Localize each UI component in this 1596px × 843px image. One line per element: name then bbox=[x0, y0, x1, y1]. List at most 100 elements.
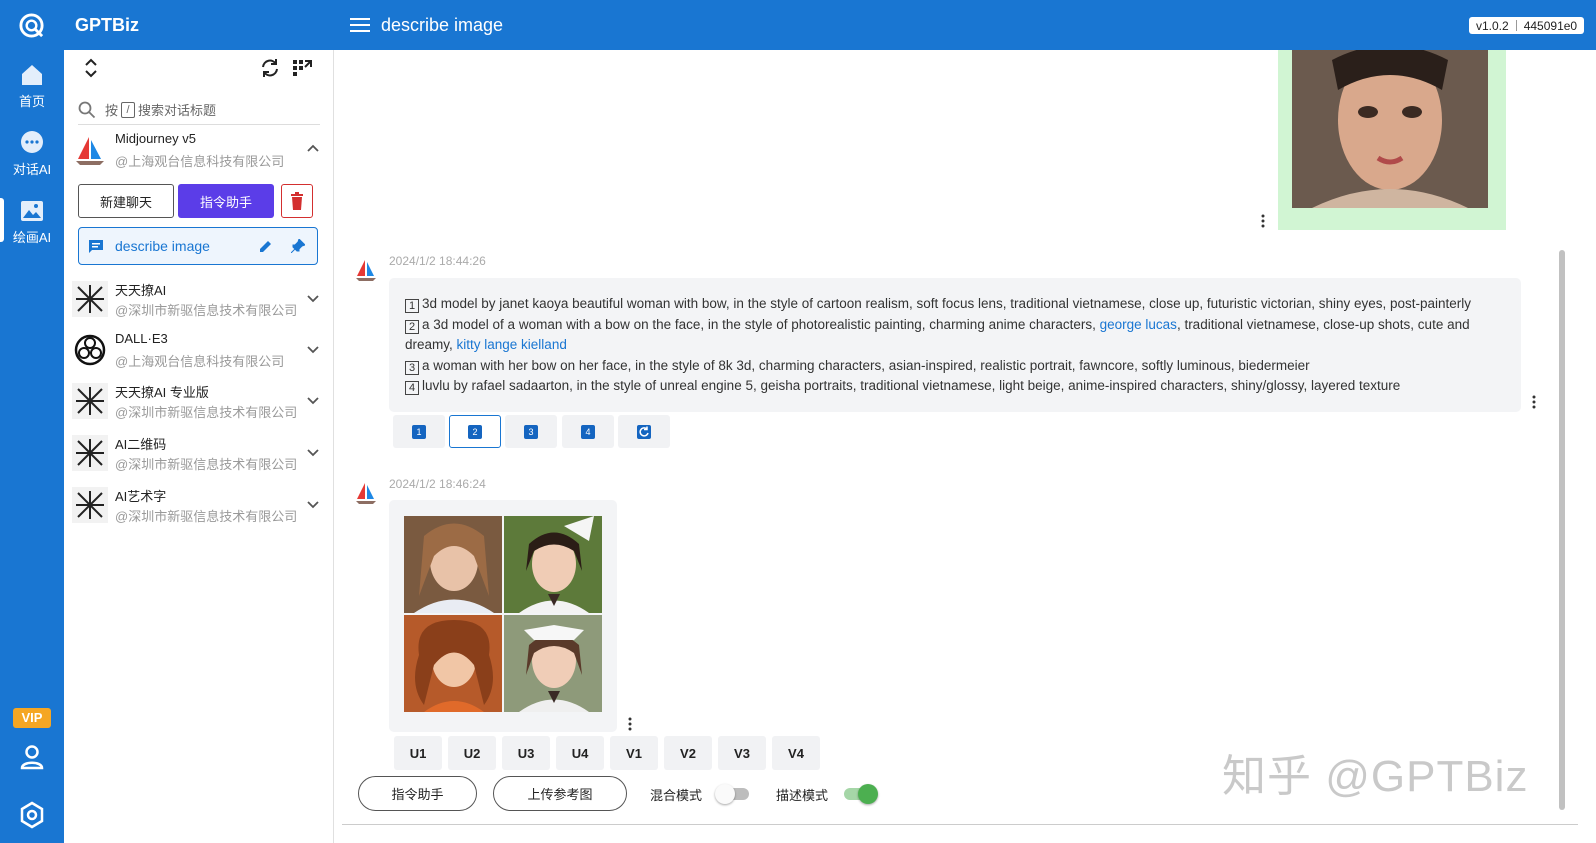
uploaded-portrait-image[interactable] bbox=[1292, 50, 1488, 208]
prompt-button-4[interactable]: 4 bbox=[562, 415, 614, 448]
variation-v1-button[interactable]: V1 bbox=[610, 736, 658, 770]
more-options-icon[interactable] bbox=[1261, 214, 1265, 228]
prompt-button-label: 4 bbox=[581, 424, 595, 439]
chevron-down-icon[interactable] bbox=[306, 445, 320, 459]
artist-link[interactable]: george lucas bbox=[1100, 317, 1177, 332]
rail-label-draw: 绘画AI bbox=[12, 230, 52, 245]
group-owner: @深圳市新驱信息技术有限公司 bbox=[115, 303, 298, 318]
group-tiantianliao-pro[interactable]: 天天撩AI 专业版 @深圳市新驱信息技术有限公司 bbox=[70, 377, 326, 425]
prompt-line-4[interactable]: 4 luvlu by rafael sadaarton, in the style… bbox=[405, 376, 1505, 397]
prompt-number: 3 bbox=[405, 360, 419, 375]
group-tiantianliao[interactable]: 天天撩AI @深圳市新驱信息技术有限公司 bbox=[70, 275, 326, 323]
divider bbox=[342, 824, 1578, 825]
star-logo-icon bbox=[72, 487, 108, 523]
upscale-u2-button[interactable]: U2 bbox=[448, 736, 496, 770]
group-owner: @上海观台信息科技有限公司 bbox=[115, 354, 285, 369]
chat-icon bbox=[89, 240, 103, 253]
build-label: 445091e0 bbox=[1523, 18, 1578, 33]
menu-icon[interactable] bbox=[350, 17, 370, 33]
chevron-up-icon[interactable] bbox=[306, 142, 320, 156]
rail-item-draw[interactable]: 绘画AI bbox=[0, 188, 64, 256]
artist-link[interactable]: kitty lange kielland bbox=[457, 337, 567, 352]
grid-icon[interactable] bbox=[291, 57, 313, 79]
group-dalle3[interactable]: DALL·E3 @上海观台信息科技有限公司 bbox=[70, 326, 326, 374]
star-logo-icon bbox=[72, 383, 108, 419]
prompt-button-label: 2 bbox=[468, 424, 482, 439]
generated-image-3[interactable] bbox=[404, 615, 502, 712]
prompt-button-1[interactable]: 1 bbox=[393, 415, 445, 448]
scrollbar[interactable] bbox=[1559, 250, 1565, 810]
mix-mode-toggle[interactable] bbox=[715, 783, 751, 804]
pin-icon[interactable] bbox=[291, 239, 305, 253]
settings-icon[interactable] bbox=[17, 800, 47, 830]
describe-result-bubble: 1 3d model by janet kaoya beautiful woman… bbox=[389, 278, 1521, 412]
generated-image-grid[interactable] bbox=[404, 516, 602, 712]
app-name: GPTBiz bbox=[75, 15, 140, 35]
upload-reference-button[interactable]: 上传参考图 bbox=[493, 776, 627, 811]
logo-icon bbox=[19, 13, 44, 38]
search-placeholder: 搜索对话标题 bbox=[138, 103, 217, 118]
page-title: describe image bbox=[381, 15, 504, 35]
sailboat-avatar-icon bbox=[356, 483, 376, 504]
group-owner: @深圳市新驱信息技术有限公司 bbox=[115, 457, 298, 472]
chat-bubble-icon bbox=[21, 131, 43, 153]
search-input[interactable]: 按 / 搜索对话标题 bbox=[78, 95, 320, 125]
prompt-line-1[interactable]: 1 3d model by janet kaoya beautiful woman… bbox=[405, 294, 1505, 315]
rail-item-chat[interactable]: 对话AI bbox=[0, 120, 64, 188]
generated-image-1[interactable] bbox=[404, 516, 502, 613]
group-ai-art-text[interactable]: AI艺术字 @深圳市新驱信息技术有限公司 bbox=[70, 481, 326, 529]
describe-mode-toggle[interactable] bbox=[842, 783, 878, 804]
nav-rail: 首页 对话AI 绘画AI VIP bbox=[0, 50, 64, 843]
top-bar: GPTBiz describe image v1.0.2 445091e0 bbox=[0, 0, 1596, 50]
variation-v3-button[interactable]: V3 bbox=[718, 736, 766, 770]
prompt-button-2[interactable]: 2 bbox=[449, 415, 501, 448]
user-icon[interactable] bbox=[17, 742, 47, 772]
star-logo-icon bbox=[72, 435, 108, 471]
group-ai-qrcode[interactable]: AI二维码 @深圳市新驱信息技术有限公司 bbox=[70, 429, 326, 477]
group-name: 天天撩AI 专业版 bbox=[115, 385, 209, 400]
rail-label-chat: 对话AI bbox=[12, 162, 52, 177]
version-badge: v1.0.2 445091e0 bbox=[1469, 17, 1585, 34]
prompt-number: 4 bbox=[405, 381, 419, 396]
command-helper-pill[interactable]: 指令助手 bbox=[358, 776, 477, 811]
refresh-icon[interactable] bbox=[259, 57, 281, 79]
image-icon bbox=[21, 201, 43, 221]
prompt-button-3[interactable]: 3 bbox=[505, 415, 557, 448]
rail-label-home: 首页 bbox=[18, 94, 45, 109]
upscale-u1-button[interactable]: U1 bbox=[394, 736, 442, 770]
group-owner: @深圳市新驱信息技术有限公司 bbox=[115, 509, 298, 524]
prompt-text: 3d model by janet kaoya beautiful woman … bbox=[422, 296, 1472, 311]
prompt-line-2[interactable]: 2a 3d model of a woman with a bow on the… bbox=[405, 315, 1505, 356]
rail-item-home[interactable]: 首页 bbox=[0, 52, 64, 120]
prompt-number: 1 bbox=[405, 299, 419, 313]
prompt-button-label: 3 bbox=[524, 424, 538, 439]
generated-image-4[interactable] bbox=[504, 615, 602, 712]
vip-badge[interactable]: VIP bbox=[13, 708, 51, 728]
trash-icon bbox=[291, 192, 303, 210]
group-name: DALL·E3 bbox=[115, 331, 168, 346]
chevron-down-icon[interactable] bbox=[306, 342, 320, 356]
variation-v2-button[interactable]: V2 bbox=[664, 736, 712, 770]
chat-item-describe-image[interactable]: describe image bbox=[78, 227, 318, 265]
prompt-line-3[interactable]: 3a woman with her bow on her face, in th… bbox=[405, 356, 1505, 377]
upscale-u3-button[interactable]: U3 bbox=[502, 736, 550, 770]
group-name: AI艺术字 bbox=[115, 489, 167, 504]
more-options-icon[interactable] bbox=[628, 717, 632, 731]
group-midjourney[interactable]: Midjourney v5 @上海观台信息科技有限公司 bbox=[70, 126, 326, 174]
pencil-icon[interactable] bbox=[259, 239, 273, 253]
new-chat-button[interactable]: 新建聊天 bbox=[78, 184, 174, 218]
delete-button[interactable] bbox=[281, 184, 313, 218]
command-helper-button[interactable]: 指令助手 bbox=[178, 184, 274, 218]
chevron-down-icon[interactable] bbox=[306, 291, 320, 305]
reroll-button[interactable] bbox=[618, 415, 670, 448]
expand-collapse-icon[interactable] bbox=[80, 57, 102, 79]
more-options-icon[interactable] bbox=[1532, 395, 1536, 409]
generated-image-2[interactable] bbox=[504, 516, 602, 613]
group-name: 天天撩AI bbox=[115, 283, 167, 298]
prompt-number: 2 bbox=[405, 319, 419, 334]
group-name: AI二维码 bbox=[115, 437, 167, 452]
chevron-down-icon[interactable] bbox=[306, 393, 320, 407]
chevron-down-icon[interactable] bbox=[306, 497, 320, 511]
variation-v4-button[interactable]: V4 bbox=[772, 736, 820, 770]
upscale-u4-button[interactable]: U4 bbox=[556, 736, 604, 770]
